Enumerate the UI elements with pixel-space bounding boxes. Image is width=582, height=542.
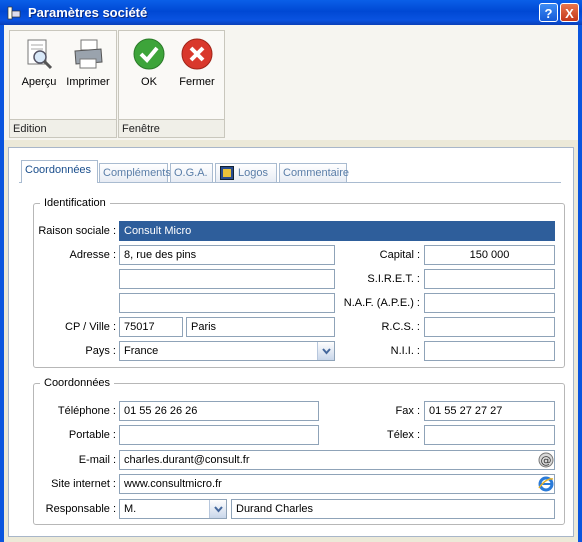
- capital-label: Capital :: [379, 249, 420, 261]
- printer-icon: [74, 39, 103, 69]
- email-field[interactable]: charles.durant@consult.fr: [119, 450, 555, 470]
- coordonnees-legend: Coordonnées: [40, 377, 115, 389]
- apercu-button[interactable]: Aperçu: [16, 37, 62, 88]
- rcs-label: R.C.S. :: [381, 321, 420, 333]
- adresse-line3-field[interactable]: [119, 293, 335, 313]
- chevron-down-icon: [214, 506, 223, 513]
- ville-field[interactable]: Paris: [186, 317, 335, 337]
- help-button[interactable]: ?: [539, 3, 558, 22]
- telex-field[interactable]: [424, 425, 555, 445]
- tab-logos[interactable]: Logos: [215, 163, 277, 182]
- group-caption-edition: Edition: [10, 119, 116, 137]
- telephone-field[interactable]: 01 55 26 26 26: [119, 401, 319, 421]
- identification-legend: Identification: [40, 197, 110, 209]
- tab-commentaire[interactable]: Commentaire: [279, 163, 349, 182]
- fax-field[interactable]: 01 55 27 27 27: [424, 401, 555, 421]
- close-icon: [181, 38, 213, 70]
- site-internet-field[interactable]: www.consultmicro.fr: [119, 474, 555, 494]
- cp-ville-label: CP / Ville :: [65, 321, 116, 333]
- imprimer-button[interactable]: Imprimer: [65, 37, 111, 88]
- internet-explorer-icon[interactable]: [538, 476, 554, 492]
- tab-strip-line: [19, 182, 561, 183]
- raison-sociale-label: Raison sociale :: [38, 225, 116, 237]
- siret-field[interactable]: [424, 269, 555, 289]
- pays-label: Pays :: [85, 345, 116, 357]
- email-label: E-mail :: [78, 454, 116, 466]
- tab-oga[interactable]: O.G.A.: [170, 163, 213, 182]
- fax-label: Fax :: [395, 405, 420, 417]
- print-preview-icon: [27, 39, 53, 70]
- rcs-field[interactable]: [424, 317, 555, 337]
- civilite-dropdown-button[interactable]: [209, 500, 226, 518]
- imprimer-label: Imprimer: [66, 76, 110, 88]
- responsable-label: Responsable :: [45, 503, 116, 515]
- pays-value: France: [124, 345, 159, 357]
- civilite-select[interactable]: M.: [119, 499, 227, 519]
- window-frame-right: [578, 25, 582, 542]
- siret-label: S.I.R.E.T. :: [367, 273, 420, 285]
- responsable-name-field[interactable]: Durand Charles: [231, 499, 555, 519]
- pays-select[interactable]: France: [119, 341, 335, 361]
- email-at-icon[interactable]: @: [538, 452, 554, 468]
- nii-field[interactable]: [424, 341, 555, 361]
- ribbon-group-fenetre: OK Fermer Fenêtre: [118, 30, 225, 138]
- civilite-value: M.: [124, 503, 137, 515]
- tab-complements[interactable]: Compléments: [99, 163, 171, 182]
- ok-label: OK: [141, 76, 157, 88]
- portable-field[interactable]: [119, 425, 319, 445]
- ok-button[interactable]: OK: [126, 37, 172, 88]
- window-app-icon: [7, 6, 21, 20]
- portable-label: Portable :: [68, 429, 116, 441]
- close-window-button[interactable]: X: [560, 3, 579, 22]
- telephone-label: Téléphone :: [57, 405, 116, 417]
- window-title: Paramètres société: [28, 5, 148, 20]
- naf-label: N.A.F. (A.P.E.) :: [343, 297, 420, 309]
- fermer-button[interactable]: Fermer: [174, 37, 220, 88]
- naf-field[interactable]: [424, 293, 555, 313]
- capital-field[interactable]: 150 000: [424, 245, 555, 265]
- adresse-line1-field[interactable]: 8, rue des pins: [119, 245, 335, 265]
- adresse-line2-field[interactable]: [119, 269, 335, 289]
- nii-label: N.I.I. :: [390, 345, 420, 357]
- adresse-label: Adresse :: [69, 249, 116, 261]
- site-internet-label: Site internet :: [51, 478, 116, 490]
- image-icon: [220, 166, 234, 180]
- fermer-label: Fermer: [179, 76, 215, 88]
- telex-label: Télex :: [386, 429, 420, 441]
- apercu-label: Aperçu: [21, 76, 57, 88]
- tab-coordonnees[interactable]: Coordonnées: [21, 160, 98, 183]
- ribbon-group-edition: Aperçu Imprimer Edition: [9, 30, 117, 138]
- group-caption-fenetre: Fenêtre: [119, 119, 224, 137]
- check-icon: [133, 38, 165, 70]
- raison-sociale-field[interactable]: Consult Micro: [119, 221, 555, 241]
- svg-text:@: @: [541, 454, 552, 467]
- code-postal-field[interactable]: 75017: [119, 317, 183, 337]
- tab-logos-label: Logos: [238, 167, 268, 179]
